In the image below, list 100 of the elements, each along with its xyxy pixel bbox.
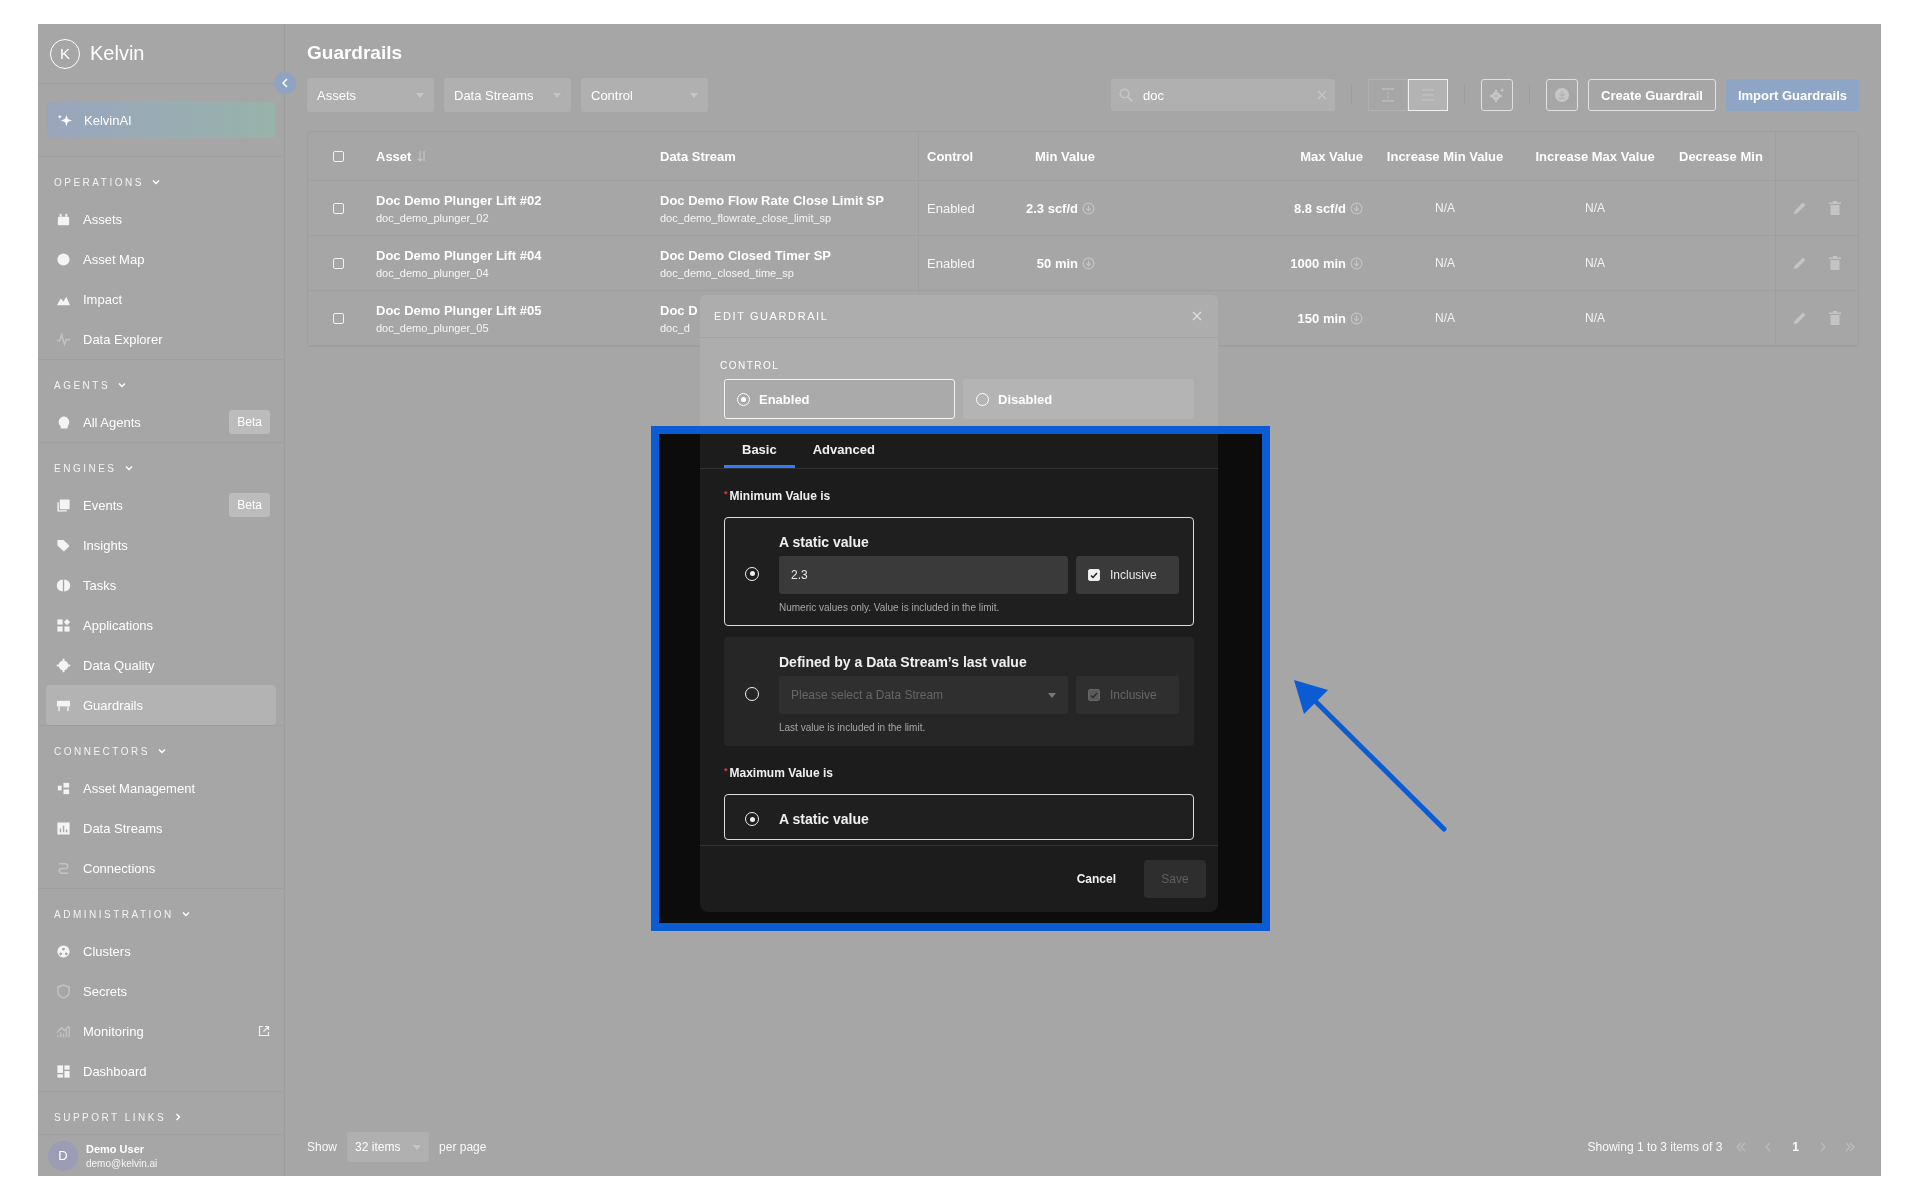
chevron-down-icon[interactable] <box>157 747 166 755</box>
asset-name: Doc Demo Plunger Lift #04 <box>376 247 542 263</box>
tab[interactable]: Advanced <box>794 434 893 468</box>
dashboard-icon <box>56 1063 71 1079</box>
stack-icon <box>56 497 71 513</box>
box-icon <box>56 211 71 227</box>
view-toggle-button[interactable] <box>1368 79 1409 111</box>
asset-name: Doc Demo Plunger Lift #02 <box>376 192 542 208</box>
page-title: Guardrails <box>307 41 404 65</box>
nav-item[interactable]: Data Explorer <box>38 319 284 359</box>
nav-item[interactable]: Clusters <box>38 931 284 971</box>
column-header[interactable]: Control <box>927 148 974 164</box>
sort-icon <box>417 150 428 162</box>
beta-badge: Beta <box>229 493 270 517</box>
chevron-down-icon[interactable] <box>118 381 127 389</box>
section-header[interactable]: OPERATIONS <box>54 176 144 188</box>
column-header[interactable]: Asset <box>376 148 412 164</box>
nav-item[interactable]: Guardrails <box>46 685 276 725</box>
option-title: A static value <box>779 534 870 550</box>
chevron-right-icon[interactable] <box>174 1113 183 1121</box>
blocks-icon <box>56 780 71 796</box>
data-stream-id: doc_demo_closed_time_sp <box>660 266 794 279</box>
nav-item[interactable]: Connections <box>38 848 284 888</box>
column-header[interactable]: Decrease Min <box>1679 148 1763 164</box>
page-button[interactable]: 1 <box>1786 1136 1805 1158</box>
nav-item[interactable]: Monitoring <box>38 1011 284 1051</box>
page-size-dropdown[interactable]: 32 items <box>347 1132 430 1162</box>
chevron-down-icon[interactable] <box>124 464 133 472</box>
import-guardrails-button[interactable]: Import Guardrails <box>1725 79 1859 111</box>
option-card[interactable]: A static value <box>724 794 1194 840</box>
grid-icon <box>56 617 71 633</box>
nav-item[interactable]: Data Streams <box>38 808 284 848</box>
data-stream-name: Doc Demo Flow Rate Close Limit SP <box>660 192 884 208</box>
asset-name: Doc Demo Plunger Lift #05 <box>376 302 542 318</box>
nav-item[interactable]: Impact <box>38 279 284 319</box>
tab[interactable]: Basic <box>724 434 795 468</box>
cancel-button[interactable]: Cancel <box>1070 871 1122 887</box>
chevron-down-icon[interactable] <box>151 178 160 186</box>
select-all-checkbox[interactable] <box>332 150 344 162</box>
nav-item[interactable]: Dashboard <box>38 1051 284 1091</box>
nav-item[interactable]: Insights <box>38 525 284 565</box>
caret-icon <box>1048 692 1056 698</box>
nav-item[interactable]: Applications <box>38 605 284 645</box>
table-cell: N/A <box>1435 256 1455 270</box>
row-checkbox[interactable] <box>332 202 344 214</box>
shield-icon <box>56 983 71 999</box>
section-header[interactable]: CONNECTORS <box>54 745 150 757</box>
pencil-icon <box>1793 311 1807 325</box>
download-button[interactable] <box>1546 79 1579 111</box>
row-checkbox[interactable] <box>332 257 344 269</box>
column-header[interactable]: Data Stream <box>660 148 736 164</box>
sparkle-icon <box>57 112 72 128</box>
create-guardrail-button[interactable]: Create Guardrail <box>1588 79 1716 111</box>
control-option[interactable]: Disabled <box>963 379 1194 419</box>
section-header[interactable]: ADMINISTRATION <box>54 908 174 920</box>
column-header[interactable]: Min Value <box>1035 148 1095 164</box>
nav-item[interactable]: All Agents Beta <box>38 402 284 442</box>
pulse-icon <box>56 331 71 347</box>
pagination-summary: Showing 1 to 3 items of 3 <box>1587 1140 1723 1154</box>
user-email: demo@kelvin.ai <box>86 1157 158 1169</box>
nav-item[interactable]: Asset Management <box>38 768 284 808</box>
chevron-down-icon[interactable] <box>181 910 190 918</box>
column-header[interactable]: Max Value <box>1300 148 1363 164</box>
nav-item[interactable]: Events Beta <box>38 485 284 525</box>
filter-dropdown[interactable]: Data Streams <box>444 78 571 112</box>
download-icon <box>1554 87 1571 103</box>
nav-item[interactable]: Data Quality <box>38 645 284 685</box>
value-input[interactable]: 2.3 <box>779 556 1068 594</box>
nav-item[interactable]: Secrets <box>38 971 284 1011</box>
inclusive-checkbox[interactable]: Inclusive <box>1076 556 1179 594</box>
filter-dropdown[interactable]: Control <box>581 78 708 112</box>
hint-text: Last value is included in the limit. <box>779 722 927 733</box>
search-field[interactable]: doc <box>1111 79 1336 111</box>
required-mark: * <box>724 489 728 501</box>
max-value: 1000 min <box>1290 255 1346 271</box>
table-cell: N/A <box>1585 201 1605 215</box>
arrow-down-circle-icon <box>1082 201 1095 215</box>
section-header[interactable]: SUPPORT LINKS <box>54 1111 167 1123</box>
option-card[interactable]: A static value 2.3 Inclusive Numeric values only. Value is included in the limit. <box>724 517 1194 626</box>
column-header[interactable]: Increase Max Value <box>1535 148 1655 164</box>
kelvin-ai-button[interactable]: KelvinAI <box>47 102 275 138</box>
section-header[interactable]: AGENTS <box>54 379 111 391</box>
tag-icon <box>56 537 71 553</box>
nav-item[interactable]: Assets <box>38 199 284 239</box>
asset-id: doc_demo_plunger_05 <box>376 321 489 334</box>
close-button[interactable] <box>1190 309 1204 323</box>
signal-icon <box>56 1023 71 1039</box>
settings-button[interactable] <box>1481 79 1514 111</box>
column-header[interactable]: Increase Min Value <box>1386 148 1504 164</box>
section-header[interactable]: ENGINES <box>54 462 117 474</box>
row-checkbox[interactable] <box>332 312 344 324</box>
collapse-button[interactable] <box>274 72 296 94</box>
nav-item[interactable]: Tasks <box>38 565 284 605</box>
filter-dropdown[interactable]: Assets <box>307 78 434 112</box>
beta-badge: Beta <box>229 410 270 434</box>
control-option[interactable]: Enabled <box>724 379 955 419</box>
logo-text: Kelvin <box>90 42 145 65</box>
bar-chart-icon <box>56 820 71 836</box>
search-input[interactable]: doc <box>1141 86 1310 104</box>
nav-item[interactable]: Asset Map <box>38 239 284 279</box>
